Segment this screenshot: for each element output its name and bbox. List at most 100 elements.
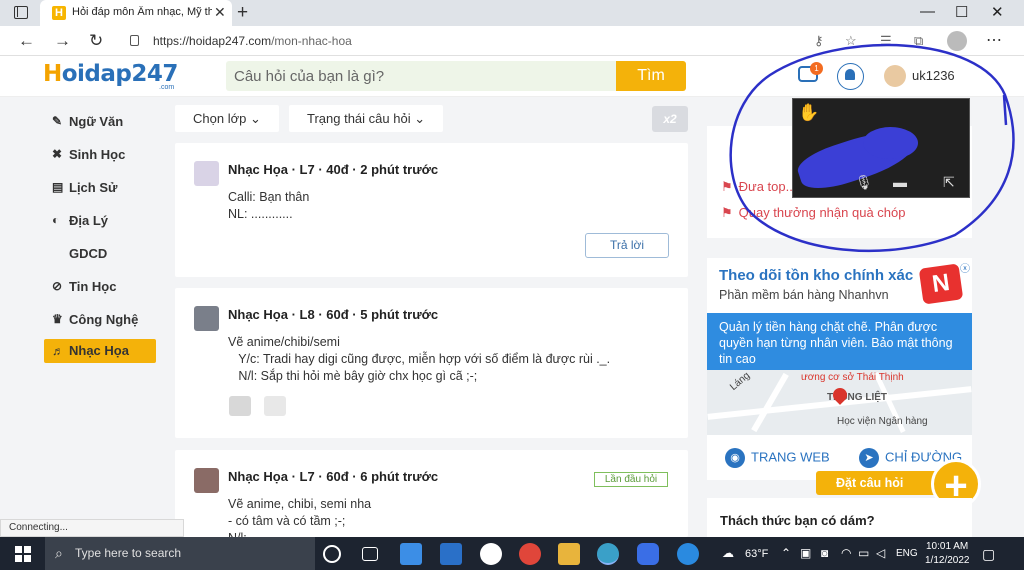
language-indicator[interactable]: ENG <box>896 548 918 559</box>
weather-icon[interactable]: ☁ <box>722 546 734 560</box>
sidebar-item-nhac-hoa[interactable]: ♬ Nhạc Họa <box>44 339 156 363</box>
cortana-icon[interactable] <box>323 545 341 563</box>
help-icon[interactable] <box>677 543 699 565</box>
attachment-thumbnail[interactable] <box>229 396 251 416</box>
minimize-button[interactable]: — <box>920 3 935 20</box>
ad-map[interactable]: ương cơ sở Thái Thịnh TRUNG LIỆT Học việ… <box>707 370 972 435</box>
sidebar-item-gdcd[interactable]: GDCD <box>44 240 156 273</box>
url-field[interactable]: https://hoidap247.com/mon-nhac-hoa <box>120 29 860 53</box>
tab-close-icon[interactable]: ✕ <box>214 4 226 21</box>
favorite-star-icon[interactable]: ☆ <box>845 33 857 49</box>
search-input[interactable] <box>226 61 616 91</box>
chevron-up-icon[interactable]: ⌃ <box>781 546 791 560</box>
favorites-list-icon[interactable]: ☰ <box>880 33 892 49</box>
globe-icon: ◐ <box>52 213 60 227</box>
taskbar-search[interactable]: ⌕ Type here to search <box>45 537 315 570</box>
grade-filter[interactable]: Chọn lớp ⌄ <box>175 105 279 132</box>
status-filter[interactable]: Trạng thái câu hỏi ⌄ <box>289 105 444 132</box>
weather-temp[interactable]: 63°F <box>745 548 768 560</box>
ad-close-icon[interactable]: ⓧ <box>960 260 970 275</box>
maximize-button[interactable]: ☐ <box>955 3 968 21</box>
tray-app-icon[interactable]: ▣ <box>800 546 811 560</box>
url-domain: https://hoidap247.com <box>153 34 272 48</box>
music-icon: ♬ <box>52 344 64 358</box>
notification-icon[interactable]: ▢ <box>982 546 995 563</box>
sidebar-item-lich-su[interactable]: ▤ Lịch Sử <box>44 174 156 207</box>
volume-icon[interactable]: ◁ <box>876 546 885 560</box>
clock-time[interactable]: 10:01 AM <box>926 541 968 552</box>
browser-tab[interactable]: H Hỏi đáp môn Âm nhạc, Mỹ thuật ✕ <box>40 0 232 26</box>
attachment-thumbnail[interactable] <box>264 396 286 416</box>
sidebar-item-tin-hoc[interactable]: ⊘ Tin Học <box>44 273 156 306</box>
battery-icon[interactable]: ▭ <box>858 546 869 560</box>
browser-menu-icon[interactable]: ⋯ <box>986 30 1002 50</box>
ask-question-button[interactable]: Đặt câu hỏi <box>816 471 938 495</box>
bell-icon[interactable] <box>837 63 864 90</box>
new-tab-button[interactable]: + <box>237 2 248 24</box>
windows-start-icon[interactable] <box>15 546 31 562</box>
site-logo[interactable]: Hoidap247 <box>43 61 178 87</box>
username[interactable]: uk1236 <box>912 68 955 83</box>
open-external-icon[interactable]: ⇱ <box>943 174 955 191</box>
dna-icon: ✖ <box>52 147 63 161</box>
question-grade: L7 <box>299 162 315 177</box>
camera-icon[interactable]: ▬ <box>893 174 907 190</box>
mail-icon[interactable] <box>440 543 462 565</box>
gear-icon: ♛ <box>52 312 63 326</box>
github-icon[interactable] <box>480 543 502 565</box>
task-view-icon[interactable] <box>362 547 378 561</box>
sidebar-item-label: Ngữ Văn <box>69 114 124 129</box>
avatar[interactable] <box>194 468 219 493</box>
top-link[interactable]: ⚑ Đưa top... <box>721 179 796 195</box>
zoom-icon[interactable] <box>637 543 659 565</box>
directions-icon: ➤ <box>859 448 879 468</box>
chrome-icon[interactable] <box>519 543 541 565</box>
x2-filter-button[interactable]: x2 <box>652 106 688 132</box>
user-avatar[interactable] <box>884 65 906 87</box>
advertisement[interactable]: Theo dõi tồn kho chính xác Phần mềm bán … <box>707 258 972 480</box>
search-button[interactable]: Tìm <box>616 61 686 91</box>
raise-hand-icon[interactable]: ✋ <box>798 103 819 123</box>
key-icon[interactable]: ⚷ <box>814 33 824 49</box>
question-card[interactable]: Nhạc Họa · L7 · 60đ · 6 phút trước Lần đ… <box>175 450 688 545</box>
avatar[interactable] <box>194 306 219 331</box>
forward-icon[interactable]: → <box>54 31 71 51</box>
url-path: /mon-nhac-hoa <box>271 34 352 48</box>
question-card[interactable]: Nhạc Họa · L8 · 60đ · 5 phút trước Vẽ an… <box>175 288 688 438</box>
clock-date[interactable]: 1/12/2022 <box>925 555 970 566</box>
question-meta: Nhạc Họa · L7 · 60đ · 6 phút trước <box>228 469 439 484</box>
question-body[interactable]: Vẽ anime/chibi/semi Y/c: Tradi hay digi … <box>228 334 610 385</box>
video-call-overlay[interactable]: ✋ 🎙 ▬ ⇱ <box>792 98 970 198</box>
sidebar-item-cong-nghe[interactable]: ♛ Công Nghệ <box>44 306 156 339</box>
wifi-icon[interactable]: ◠ <box>841 546 851 560</box>
close-window-button[interactable]: ✕ <box>991 3 1004 21</box>
edge-icon[interactable] <box>597 543 619 565</box>
folder-icon[interactable] <box>558 543 580 565</box>
ad-title[interactable]: Theo dõi tồn kho chính xác <box>719 267 913 284</box>
ad-description[interactable]: Quản lý tiền hàng chặt chẽ. Phân được qu… <box>707 313 972 370</box>
question-subject[interactable]: Nhạc Họa <box>228 469 288 484</box>
website-button[interactable]: ◉ TRANG WEB <box>725 448 830 468</box>
back-icon[interactable]: ← <box>18 31 35 51</box>
tab-actions-icon[interactable] <box>14 6 28 19</box>
collections-icon[interactable]: ⧉ <box>914 33 923 49</box>
microphone-icon[interactable]: 🎙 <box>855 174 873 191</box>
question-subject[interactable]: Nhạc Họa <box>228 162 288 177</box>
store-icon[interactable] <box>400 543 422 565</box>
sidebar-item-dia-ly[interactable]: ◐ Địa Lý <box>44 207 156 240</box>
url-text: https://hoidap247.com/mon-nhac-hoa <box>153 34 352 48</box>
question-body[interactable]: Calli: Bạn thân NL: ............ <box>228 189 309 223</box>
lucky-draw-link[interactable]: ⚑ Quay thưởng nhận quà chóp <box>721 205 905 221</box>
profile-avatar[interactable] <box>947 31 967 51</box>
chevron-down-icon: ⌄ <box>249 111 261 126</box>
question-subject[interactable]: Nhạc Họa <box>228 307 288 322</box>
question-card[interactable]: Nhạc Họa · L7 · 40đ · 2 phút trước Calli… <box>175 143 688 277</box>
tray-app-icon[interactable]: ◙ <box>821 546 828 560</box>
avatar[interactable] <box>194 161 219 186</box>
refresh-icon[interactable]: ↻ <box>89 31 103 51</box>
sidebar-item-sinh-hoc[interactable]: ✖ Sinh Học <box>44 141 156 174</box>
sidebar-item-ngu-van[interactable]: ✎ Ngữ Văn <box>44 108 156 141</box>
question-grade: L7 <box>299 469 315 484</box>
browser-status: Connecting... <box>0 519 184 537</box>
answer-button[interactable]: Trả lời <box>585 233 669 258</box>
